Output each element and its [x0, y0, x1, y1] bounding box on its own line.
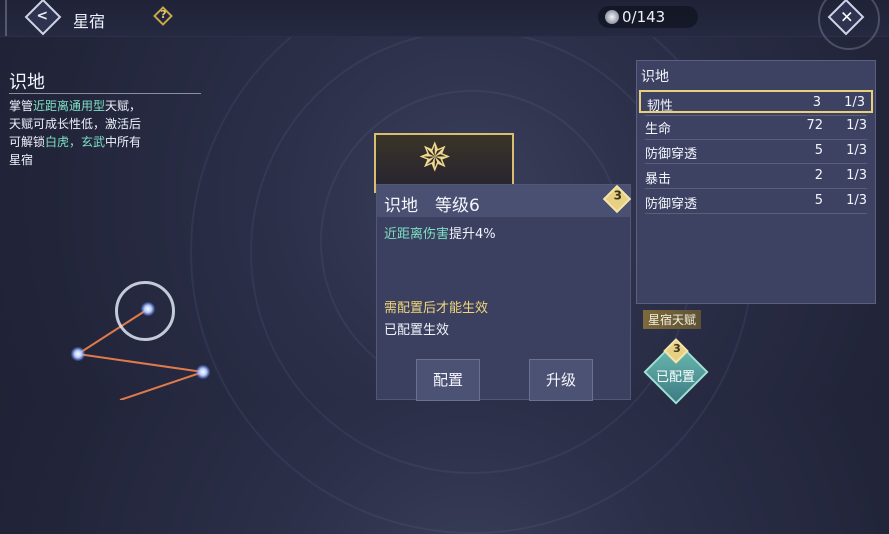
row-divider	[645, 163, 867, 164]
row-divider	[645, 188, 867, 189]
star-node[interactable]	[71, 347, 85, 361]
upgrade-button[interactable]: 升级	[529, 359, 593, 401]
talent-label: 星宿天赋	[643, 310, 702, 329]
stat-row[interactable]: 生命 72 1/3	[639, 115, 873, 138]
config-button[interactable]: 配置	[416, 359, 480, 401]
popup-title: 识地 等级6	[384, 196, 480, 216]
row-divider	[645, 213, 867, 214]
constellation-emblem-icon: ✵	[418, 135, 452, 181]
effect-text: 近距离伤害提升4%	[384, 227, 496, 242]
star-node[interactable]	[196, 365, 210, 379]
stat-row[interactable]: 韧性 3 1/3	[639, 90, 873, 114]
level-badge: 3	[602, 184, 632, 214]
stats-panel: 识地 韧性 3 1/3 生命 72 1/3 防御穿透 5 1/3 暴击 2 1/3 防御穿透 5 1…	[636, 60, 876, 304]
status-text: 已配置生效	[384, 323, 450, 338]
requirement-text: 需配置后才能生效	[384, 301, 489, 316]
star-node[interactable]	[141, 302, 155, 316]
node-detail-popup: 识地 等级6 3 近距离伤害提升4% 需配置后才能生效 已配置生效 配置 升级	[376, 184, 632, 401]
stat-row[interactable]: 暴击 2 1/3	[639, 165, 873, 188]
popup-header: 识地 等级6 3	[377, 184, 632, 217]
talent-status: 已配置	[656, 370, 696, 385]
stat-row[interactable]: 防御穿透 5 1/3	[639, 140, 873, 163]
stats-panel-title: 识地	[641, 69, 669, 85]
stat-row[interactable]: 防御穿透 5 1/3	[639, 190, 873, 213]
